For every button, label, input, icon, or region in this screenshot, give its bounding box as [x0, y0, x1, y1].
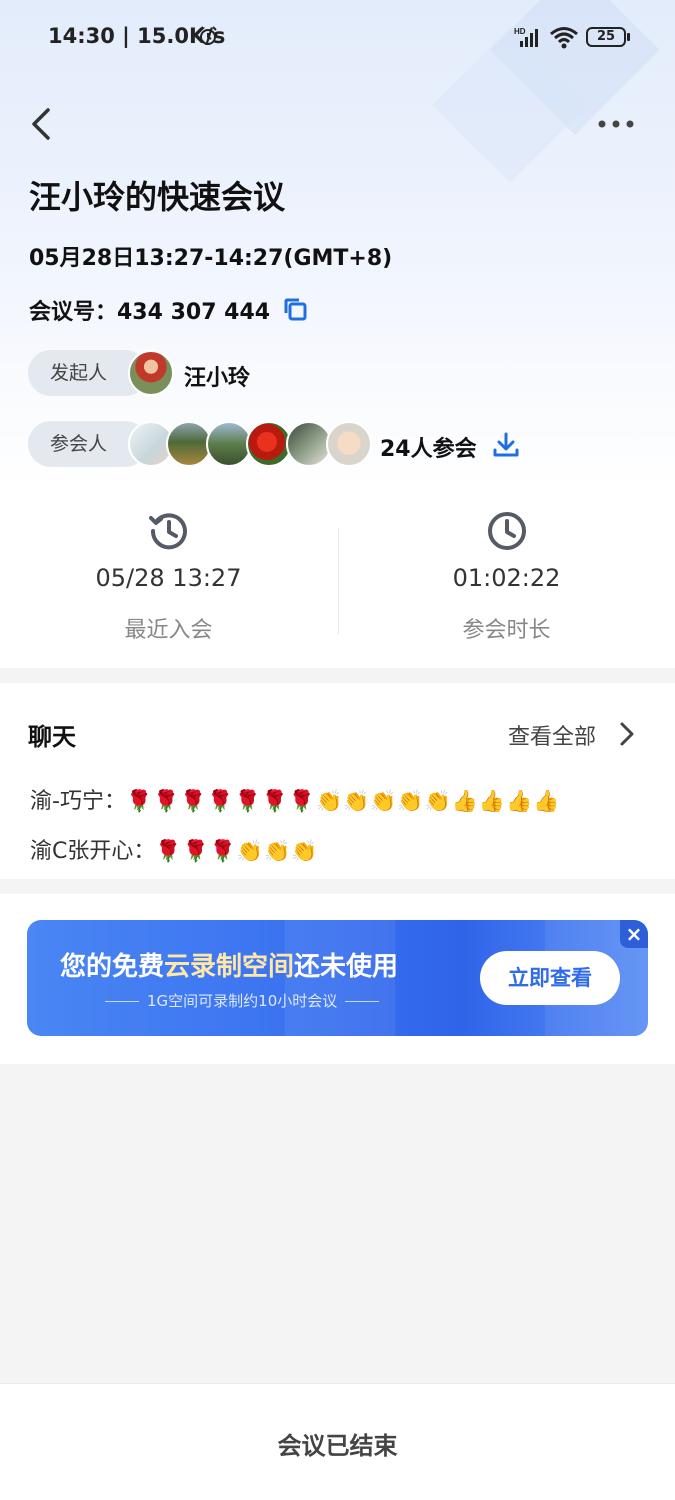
status-bar: 14:30 | 15.0K/s HD 25 — [0, 0, 675, 72]
host-name: 汪小玲 — [184, 366, 251, 391]
chevron-left-icon[interactable] — [28, 106, 56, 142]
meeting-title: 汪小玲的快速会议 — [29, 178, 286, 216]
chat-title: 聊天 — [28, 723, 76, 751]
clock-icon — [488, 512, 526, 550]
chat-message: 渝-巧宁：🌹🌹🌹🌹🌹🌹🌹👏👏👏👏👏👍👍👍👍 — [30, 783, 560, 815]
chat-content: 🌹🌹🌹👏👏👏 — [155, 839, 319, 863]
wifi-icon — [550, 27, 578, 49]
chat-content: 🌹🌹🌹🌹🌹🌹🌹👏👏👏👏👏👍👍👍👍 — [125, 789, 561, 813]
promo-section: 您的免费云录制空间还未使用 1G空间可录制约10小时会议 立即查看 × — [0, 894, 675, 1064]
attendee-count[interactable]: 24人参会 — [380, 431, 477, 463]
view-now-button[interactable]: 立即查看 — [480, 951, 620, 1005]
chat-message: 渝C张开心：🌹🌹🌹👏👏👏 — [30, 833, 318, 865]
download-icon[interactable] — [492, 431, 520, 459]
view-all-link[interactable]: 查看全部 — [508, 719, 596, 751]
chat-sender: 渝-巧宁： — [30, 789, 126, 814]
history-clock-icon — [149, 513, 187, 550]
last-join-value: 05/28 13:27 — [95, 564, 242, 592]
copy-icon[interactable] — [282, 296, 308, 322]
banner-subtitle: 1G空间可录制约10小时会议 — [97, 990, 387, 1011]
bottom-bar: 会议已结束 — [0, 1383, 675, 1500]
hd-signal-icon: HD — [514, 27, 538, 47]
avatar — [326, 421, 372, 467]
duration-label: 参会时长 — [462, 618, 551, 643]
duration-stat: 01:02:22 参会时长 — [338, 490, 675, 668]
meeting-datetime: 05月28日13:27-14:27(GMT+8) — [29, 246, 393, 271]
last-join-label: 最近入会 — [124, 618, 213, 643]
battery-icon: 25 — [586, 27, 626, 47]
last-join-stat: 05/28 13:27 最近入会 — [0, 490, 337, 668]
close-icon[interactable]: × — [620, 920, 648, 948]
cloud-recording-banner[interactable]: 您的免费云录制空间还未使用 1G空间可录制约10小时会议 立即查看 × — [27, 920, 648, 1036]
meeting-id: 会议号：434 307 444 — [29, 300, 271, 325]
host-avatar[interactable] — [128, 350, 174, 396]
duration-value: 01:02:22 — [452, 564, 561, 592]
chevron-right-icon[interactable] — [618, 721, 636, 747]
meeting-stats: 05/28 13:27 最近入会 01:02:22 参会时长 — [0, 490, 675, 668]
svg-text:HD: HD — [514, 27, 526, 36]
chat-section: 聊天 查看全部 渝-巧宁：🌹🌹🌹🌹🌹🌹🌹👏👏👏👏👏👍👍👍👍 渝C张开心：🌹🌹🌹👏… — [0, 683, 675, 879]
meeting-header: 14:30 | 15.0K/s HD 25 汪小玲的快速会议 05月28日13:… — [0, 0, 675, 490]
banner-headline: 您的免费云录制空间还未使用 — [60, 952, 399, 982]
alarm-icon — [199, 26, 217, 45]
chat-sender: 渝C张开心： — [30, 839, 156, 864]
more-dots-icon[interactable] — [596, 114, 636, 134]
meeting-ended-status: 会议已结束 — [277, 1432, 398, 1460]
